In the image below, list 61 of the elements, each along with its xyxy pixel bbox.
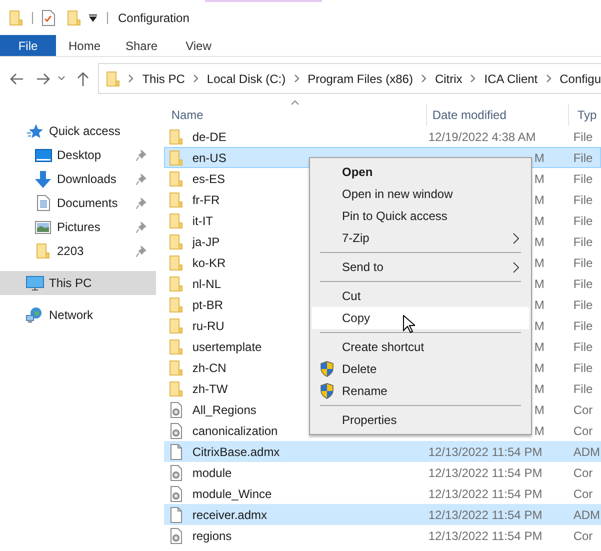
file-name: CitrixBase.admx bbox=[192, 444, 280, 460]
date-modified: M bbox=[534, 212, 544, 230]
date-modified: 12/13/2022 11:54 PM bbox=[428, 486, 542, 502]
file-type: Cor bbox=[573, 464, 593, 482]
file-name: de-DE bbox=[192, 128, 226, 146]
date-modified: 12/13/2022 11:54 PM bbox=[428, 444, 542, 460]
file-name: es-ES bbox=[192, 170, 226, 188]
file-type: Cor bbox=[573, 486, 593, 502]
date-modified: M bbox=[534, 338, 544, 356]
file-type: File bbox=[573, 380, 593, 398]
date-modified: 12/19/2022 4:38 AM bbox=[428, 128, 536, 146]
date-modified: M bbox=[534, 318, 544, 334]
file-type: File bbox=[573, 128, 593, 146]
date-modified: M bbox=[534, 380, 544, 398]
file-type: File bbox=[573, 192, 593, 208]
file-name: zh-CN bbox=[192, 360, 226, 376]
window-title: Configuration bbox=[118, 10, 190, 26]
file-type: ADM bbox=[573, 506, 600, 524]
date-modified: M bbox=[534, 150, 544, 166]
date-modified: 12/13/2022 11:54 PM bbox=[428, 464, 542, 482]
file-type: File bbox=[573, 254, 593, 272]
file-name: zh-TW bbox=[192, 380, 228, 398]
file-name: regions bbox=[192, 528, 232, 544]
date-modified: M bbox=[534, 170, 544, 188]
file-type: File bbox=[573, 338, 593, 356]
file-type: File bbox=[573, 212, 593, 230]
file-name: usertemplate bbox=[192, 338, 262, 356]
file-type: File bbox=[573, 234, 593, 250]
date-modified: M bbox=[534, 234, 544, 250]
file-name: module_Wince bbox=[192, 486, 272, 502]
file-type: Cor bbox=[573, 422, 593, 440]
file-name: ko-KR bbox=[192, 254, 226, 272]
file-name: module bbox=[192, 464, 232, 482]
date-modified: M bbox=[534, 296, 544, 314]
date-modified: M bbox=[534, 360, 544, 376]
file-name: nl-NL bbox=[192, 276, 222, 292]
file-type: File bbox=[573, 170, 593, 188]
file-type: ADM bbox=[573, 444, 600, 460]
file-name: pt-BR bbox=[192, 296, 224, 314]
file-type: Cor bbox=[573, 402, 593, 418]
file-name: ja-JP bbox=[192, 234, 220, 250]
file-name: ru-RU bbox=[192, 318, 224, 334]
file-type: File bbox=[573, 318, 593, 334]
date-modified: 12/13/2022 11:54 PM bbox=[428, 506, 542, 524]
file-name: it-IT bbox=[192, 212, 213, 230]
date-modified: M bbox=[534, 192, 544, 208]
file-type: File bbox=[573, 276, 593, 292]
file-name: receiver.admx bbox=[192, 506, 268, 524]
file-type: Cor bbox=[573, 528, 593, 544]
file-name: All_Regions bbox=[192, 402, 256, 418]
file-type: File bbox=[573, 150, 593, 166]
date-modified: M bbox=[534, 276, 544, 292]
date-modified: M bbox=[534, 422, 544, 440]
date-modified: M bbox=[534, 254, 544, 272]
file-name: canonicalization bbox=[192, 422, 278, 440]
date-modified: M bbox=[534, 402, 544, 418]
file-name: en-US bbox=[192, 150, 226, 166]
file-type: File bbox=[573, 296, 593, 314]
date-modified: 12/13/2022 11:54 PM bbox=[428, 528, 542, 544]
file-name: fr-FR bbox=[192, 192, 220, 208]
file-type: File bbox=[573, 360, 593, 376]
